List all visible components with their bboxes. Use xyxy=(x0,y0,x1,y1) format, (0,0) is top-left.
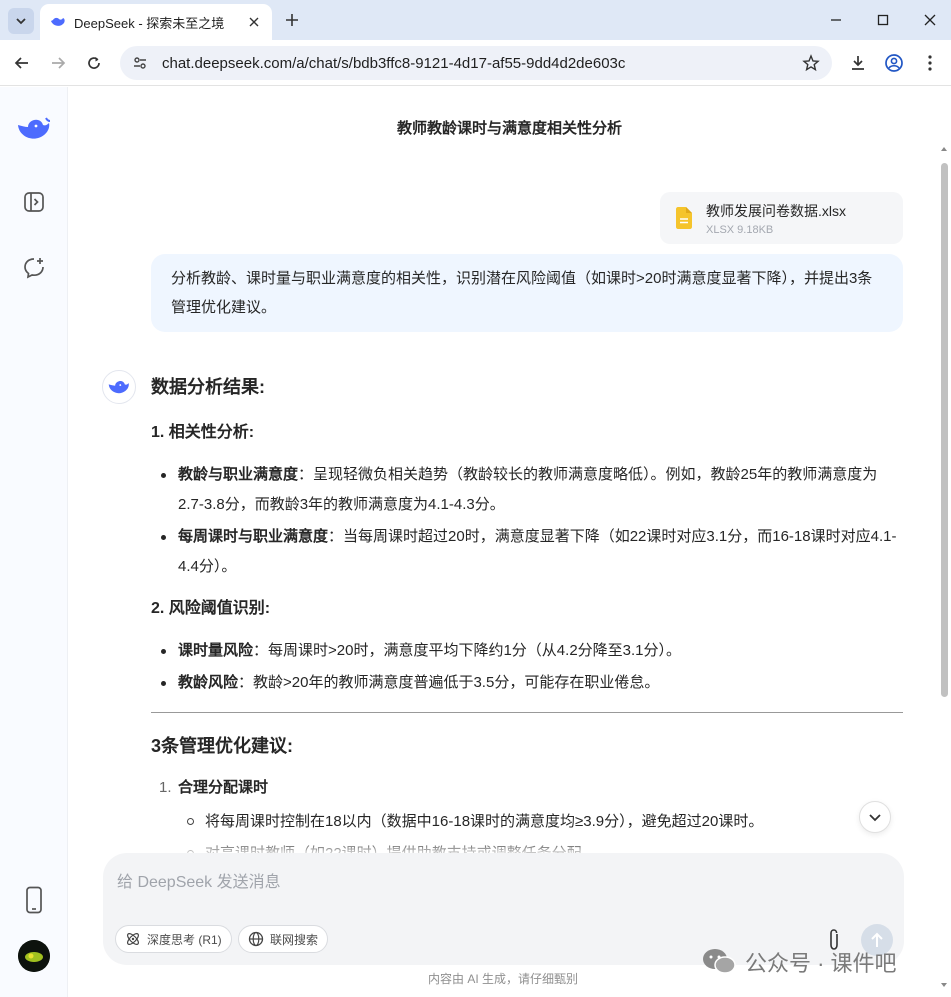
recommendation-item: 1. 合理分配课时 xyxy=(151,773,903,803)
section-title-recommendations: 3条管理优化建议: xyxy=(151,736,294,756)
message-input[interactable]: 给 DeepSeek 发送消息 xyxy=(117,868,281,892)
deep-think-label: 深度思考 (R1) xyxy=(147,932,222,947)
list-item: 课时量风险：每周课时>20时，满意度平均下降约1分（从4.2分降至3.1分）。 xyxy=(151,636,903,666)
mobile-app-icon[interactable] xyxy=(18,884,50,916)
url-text: chat.deepseek.com/a/chat/s/bdb3ffc8-9121… xyxy=(162,54,626,72)
wechat-icon xyxy=(703,949,736,974)
risk-list: 课时量风险：每周课时>20时，满意度平均下降约1分（从4.2分降至3.1分）。 … xyxy=(151,636,903,698)
forward-arrow-icon[interactable] xyxy=(47,52,69,74)
list-item-bold: 课时量风险 xyxy=(178,642,254,659)
correlation-list: 教龄与职业满意度：呈现轻微负相关趋势（教龄较长的教师满意度略低）。例如，教龄25… xyxy=(151,460,903,582)
open-sidebar-icon[interactable] xyxy=(18,186,50,218)
site-settings-icon[interactable] xyxy=(132,55,148,71)
user-message-bubble: 分析教龄、课时量与职业满意度的相关性，识别潜在风险阈值（如课时>20时满意度显著… xyxy=(151,254,903,332)
watermark-text: 公众号 · 课件吧 xyxy=(745,951,897,976)
assistant-answer: 数据分析结果: 1. 相关性分析: 教龄与职业满意度：呈现轻微负相关趋势（教龄较… xyxy=(151,372,903,859)
app-sidebar xyxy=(0,87,68,997)
web-search-label: 联网搜索 xyxy=(270,932,319,947)
deep-think-button[interactable]: 深度思考 (R1) xyxy=(115,925,232,953)
deepseek-favicon-icon xyxy=(51,17,65,26)
globe-icon xyxy=(248,931,264,947)
list-item-bold: 教龄风险 xyxy=(178,674,239,691)
bookmark-star-icon[interactable] xyxy=(802,54,820,72)
sub-list-text: 将每周课时控制在18以内（数据中16-18课时的满意度均≥3.9分），避免超过2… xyxy=(205,813,764,830)
list-item: 教龄风险：教龄>20年的教师满意度普遍低于3.5分，可能存在职业倦怠。 xyxy=(151,668,903,698)
section-title-correlation: 1. 相关性分析: xyxy=(151,424,255,441)
new-tab-icon[interactable] xyxy=(282,10,302,30)
chat-scrollbar[interactable] xyxy=(939,145,949,991)
list-item-text: ：每周课时>20时，满意度平均下降约1分（从4.2分降至3.1分）。 xyxy=(253,642,682,659)
list-item-text: ：教龄>20年的教师满意度普遍低于3.5分，可能存在职业倦怠。 xyxy=(238,674,660,691)
chevron-down-icon xyxy=(869,814,881,822)
tab-title: DeepSeek - 探索未至之境 xyxy=(74,15,225,31)
tab-search-button[interactable] xyxy=(8,8,34,34)
spreadsheet-file-icon xyxy=(676,207,692,229)
new-chat-icon[interactable] xyxy=(18,252,50,284)
list-item: 教龄与职业满意度：呈现轻微负相关趋势（教龄较长的教师满意度略低）。例如，教龄25… xyxy=(151,460,903,520)
watermark: 公众号 · 课件吧 xyxy=(701,944,941,980)
scroll-up-arrow-icon[interactable] xyxy=(940,145,948,153)
deepseek-whale-icon xyxy=(108,381,129,394)
user-avatar[interactable] xyxy=(18,940,50,972)
close-window-icon[interactable] xyxy=(920,10,940,30)
chat-title: 教师教龄课时与满意度相关性分析 xyxy=(396,120,622,137)
browser-toolbar: chat.deepseek.com/a/chat/s/bdb3ffc8-9121… xyxy=(0,40,951,86)
close-tab-icon[interactable] xyxy=(246,14,262,30)
atom-icon xyxy=(127,933,139,945)
browser-tab-active[interactable]: DeepSeek - 探索未至之境 xyxy=(40,4,272,40)
recommendation-number: 1. xyxy=(159,779,172,796)
back-arrow-icon[interactable] xyxy=(11,52,33,74)
recommendation-title: 合理分配课时 xyxy=(178,779,269,796)
assistant-avatar xyxy=(102,370,136,404)
section-title-risk: 2. 风险阈值识别: xyxy=(151,600,271,617)
browser-tab-bar: DeepSeek - 探索未至之境 xyxy=(0,0,951,40)
minimize-icon[interactable] xyxy=(826,10,846,30)
answer-heading: 数据分析结果: xyxy=(151,377,265,397)
list-item-bold: 教龄与职业满意度 xyxy=(178,466,299,483)
section-divider xyxy=(151,712,903,713)
profile-icon[interactable] xyxy=(883,52,905,74)
more-menu-icon[interactable] xyxy=(919,52,941,74)
file-name: 教师发展问卷数据.xlsx xyxy=(706,202,846,219)
chevron-down-icon xyxy=(16,18,26,25)
list-item: 每周课时与职业满意度：当每周课时超过20时，满意度显著下降（如22课时对应3.1… xyxy=(151,522,903,582)
scrollbar-thumb[interactable] xyxy=(941,163,948,697)
download-icon[interactable] xyxy=(847,52,869,74)
list-item-bold: 每周课时与职业满意度 xyxy=(178,528,329,545)
file-attachment-card[interactable]: 教师发展问卷数据.xlsx XLSX 9.18KB xyxy=(660,192,903,244)
deepseek-logo-icon[interactable] xyxy=(16,113,52,145)
sub-list-item: 将每周课时控制在18以内（数据中16-18课时的满意度均≥3.9分），避免超过2… xyxy=(151,807,903,837)
web-search-button[interactable]: 联网搜索 xyxy=(238,925,329,953)
maximize-icon[interactable] xyxy=(873,10,893,30)
scroll-to-bottom-button[interactable] xyxy=(859,801,891,833)
reload-icon[interactable] xyxy=(83,52,105,74)
file-meta: XLSX 9.18KB xyxy=(706,223,774,236)
address-bar[interactable]: chat.deepseek.com/a/chat/s/bdb3ffc8-9121… xyxy=(120,46,832,80)
